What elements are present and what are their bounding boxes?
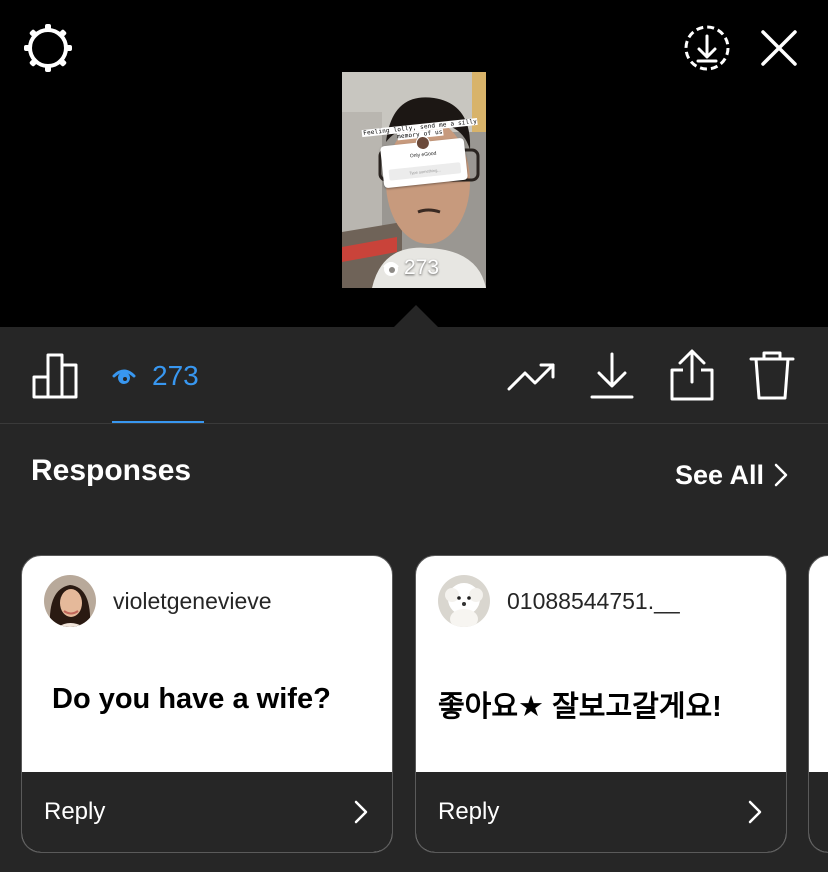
chevron-right-icon xyxy=(748,800,762,824)
responses-heading: Responses xyxy=(31,454,192,487)
download-circle-icon[interactable] xyxy=(683,24,731,72)
response-card-partial[interactable] xyxy=(808,555,828,853)
question-sticker: Only eGood Type something... xyxy=(380,135,468,189)
story-preview-area: Feeling lolly, send me a silly memory of… xyxy=(0,0,828,327)
thumbnail-pointer xyxy=(394,305,438,327)
reply-button[interactable]: Reply xyxy=(416,772,786,852)
sticker-input: Type something... xyxy=(388,162,462,181)
thumbnail-count: 273 xyxy=(404,256,440,279)
reply-button[interactable]: Reply xyxy=(22,772,392,852)
trending-icon[interactable] xyxy=(506,359,558,395)
bar-chart-icon[interactable] xyxy=(31,351,81,401)
story-toolbar: 273 xyxy=(0,327,828,424)
close-icon[interactable] xyxy=(758,27,800,69)
see-all-link[interactable]: See All xyxy=(675,457,788,493)
response-card[interactable]: 01088544751.__ 좋아요★ 잘보고갈게요! Reply xyxy=(415,555,787,853)
avatar-photo xyxy=(44,575,96,627)
viewers-tab[interactable]: 273 xyxy=(112,327,204,423)
avatar xyxy=(44,575,96,627)
response-text: 좋아요★ 잘보고갈게요! xyxy=(438,691,722,723)
gear-icon[interactable] xyxy=(22,22,74,74)
thumbnail-view-count: 273 xyxy=(382,256,439,280)
avatar-photo xyxy=(438,575,490,627)
download-icon[interactable] xyxy=(589,351,635,401)
avatar xyxy=(438,575,490,627)
eye-icon xyxy=(383,262,399,276)
response-card[interactable]: violetgenevieve Do you have a wife? Repl… xyxy=(21,555,393,853)
eye-icon xyxy=(112,369,136,384)
share-icon[interactable] xyxy=(668,348,716,402)
reply-button[interactable] xyxy=(809,772,828,852)
reply-label: Reply xyxy=(44,798,106,825)
see-all-label: See All xyxy=(675,459,765,490)
response-username: 01088544751.__ xyxy=(507,588,680,614)
chevron-right-icon xyxy=(774,463,788,487)
story-thumbnail[interactable]: Feeling lolly, send me a silly memory of… xyxy=(342,72,486,288)
reply-label: Reply xyxy=(438,798,500,825)
response-text: Do you have a wife? xyxy=(52,683,331,715)
viewers-count: 273 xyxy=(152,360,199,391)
response-username: violetgenevieve xyxy=(113,588,272,614)
chevron-right-icon xyxy=(354,800,368,824)
trash-icon[interactable] xyxy=(748,349,796,401)
sticker-avatar xyxy=(415,135,431,151)
